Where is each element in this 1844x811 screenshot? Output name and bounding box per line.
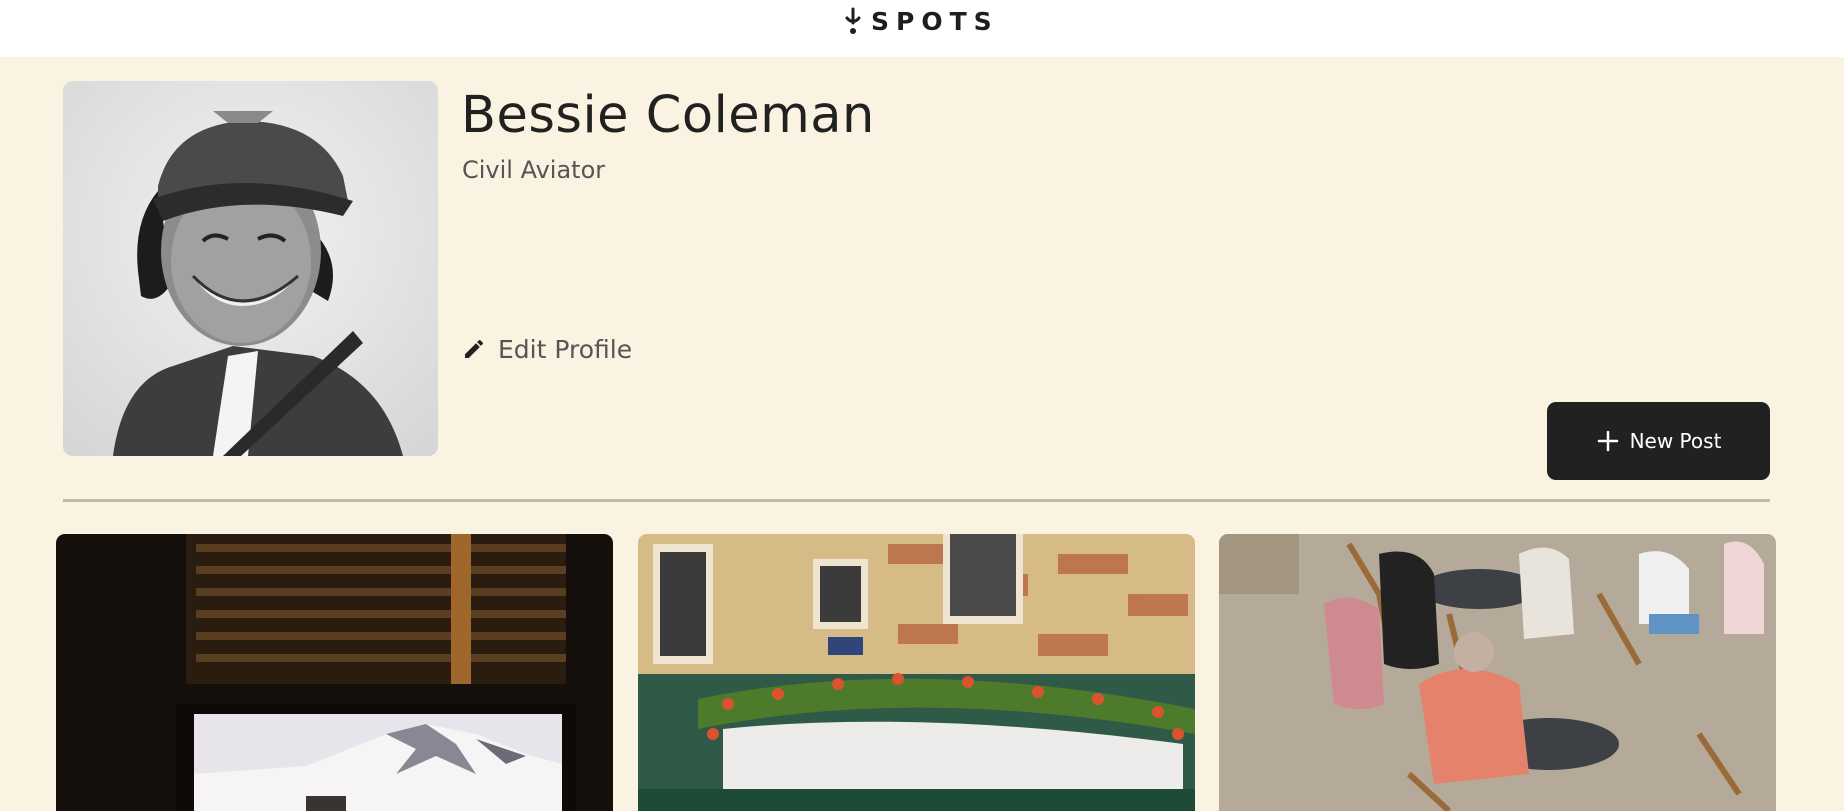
new-post-button[interactable]: New Post [1547, 402, 1770, 480]
card-image[interactable] [56, 534, 613, 811]
pencil-icon [465, 339, 484, 358]
card-photo-mountain [56, 534, 613, 811]
plus-icon [1597, 430, 1618, 452]
new-post-label: New Post [1629, 429, 1722, 453]
divider [63, 499, 1770, 502]
card-image[interactable] [638, 534, 1195, 811]
avatar [63, 81, 438, 456]
logo[interactable]: SPOTS [843, 6, 999, 36]
spots-pin-icon [845, 7, 861, 34]
top-bar: SPOTS [0, 0, 1844, 57]
profile-name: Bessie Coleman [461, 86, 875, 145]
profile-description: Civil Aviator [462, 156, 606, 184]
card-photo-cafe [1219, 534, 1776, 811]
avatar-photo [63, 81, 438, 456]
edit-profile-button[interactable]: Edit Profile [462, 331, 632, 367]
logo-text: SPOTS [871, 6, 999, 36]
card-photo-restaurant [638, 534, 1195, 811]
card-image[interactable] [1219, 534, 1776, 811]
edit-profile-label: Edit Profile [498, 334, 633, 364]
